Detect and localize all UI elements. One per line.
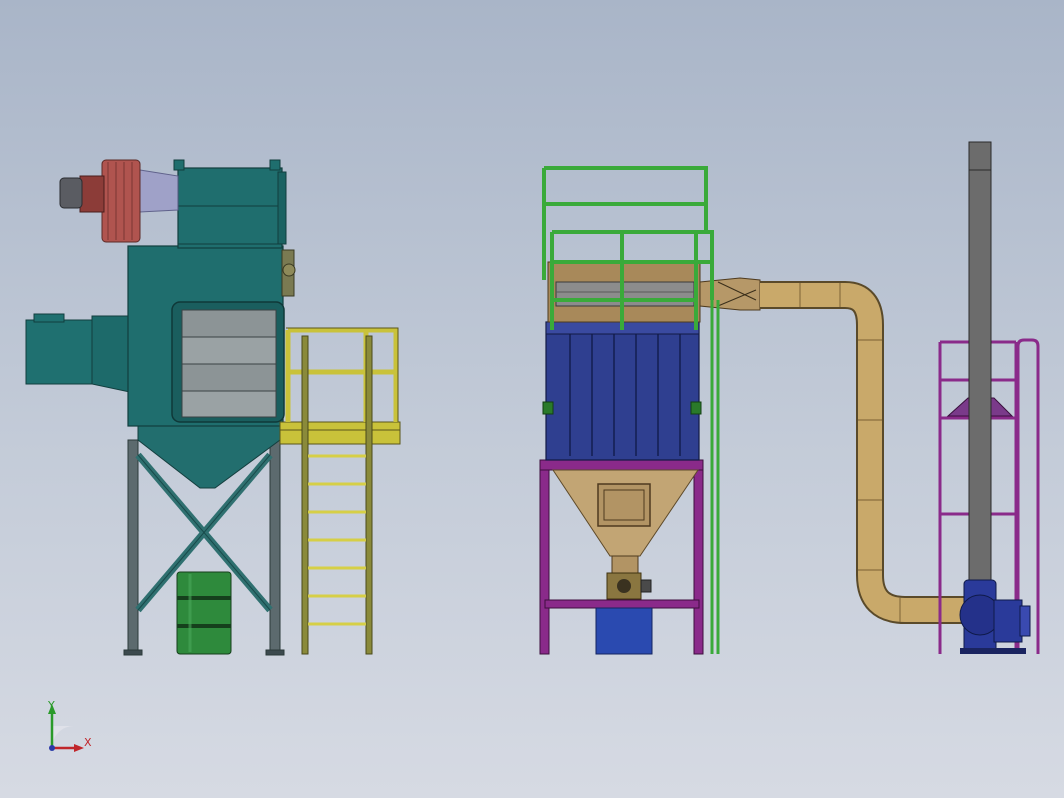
axis-triad: Y X [47, 699, 92, 752]
access-ladder[interactable] [301, 335, 373, 655]
assembly-scene[interactable]: Y X [0, 0, 1064, 798]
collector-inlet[interactable] [25, 313, 131, 393]
rotary-valve[interactable] [606, 572, 652, 600]
cartridge-dust-collector[interactable] [25, 159, 296, 656]
pulse-valve-icon[interactable] [281, 249, 296, 297]
cartridge-door[interactable] [171, 301, 285, 423]
exhaust-fan[interactable] [59, 159, 179, 243]
z-axis-dot [49, 745, 55, 751]
collector-plenum [177, 167, 283, 249]
collection-bin[interactable] [595, 607, 653, 655]
waste-drum[interactable] [176, 571, 232, 655]
exhaust-stack[interactable] [968, 141, 992, 583]
x-axis-label: X [84, 736, 92, 749]
baghouse-housing[interactable] [545, 321, 700, 461]
exhaust-stack-assembly[interactable] [938, 141, 1040, 654]
connecting-duct[interactable] [760, 281, 968, 624]
baghouse-ladder[interactable] [710, 300, 720, 654]
baghouse-outlet [699, 277, 761, 311]
cad-viewport[interactable]: Y X [0, 0, 1064, 798]
access-platform[interactable] [279, 327, 401, 445]
baghouse-unit[interactable] [539, 166, 761, 655]
y-axis-label: Y [47, 699, 55, 712]
